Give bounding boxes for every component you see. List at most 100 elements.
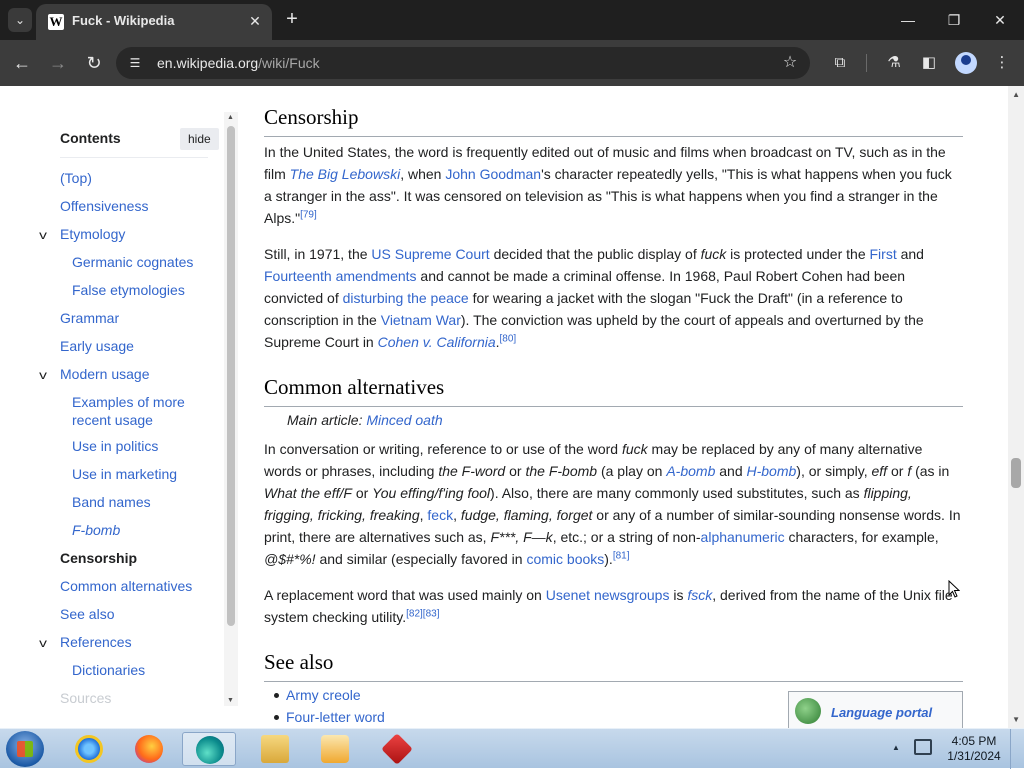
toc-item-f-bomb[interactable]: F-bomb xyxy=(72,521,120,539)
reload-icon[interactable]: ↻ xyxy=(82,51,106,75)
labs-flask-icon[interactable]: ⚗ xyxy=(883,52,905,74)
link-john-goodman[interactable]: John Goodman xyxy=(445,166,541,182)
show-desktop-button[interactable] xyxy=(1010,729,1024,769)
toc-item-etymology[interactable]: v Etymology xyxy=(39,225,125,243)
file-explorer-taskbar-button[interactable] xyxy=(248,732,302,766)
restore-icon[interactable]: ❐ xyxy=(934,6,974,34)
link-h-bomb[interactable]: H-bomb xyxy=(747,463,797,479)
system-clock[interactable]: 4:05 PM 1/31/2024 xyxy=(942,734,1006,764)
list-item[interactable]: Army creole xyxy=(272,684,385,706)
tab-title: Fuck - Wikipedia xyxy=(72,13,175,28)
site-info-icon[interactable]: ☰ xyxy=(126,54,144,72)
scroll-up-arrow-icon[interactable]: ▲ xyxy=(227,114,234,121)
internet-explorer-taskbar-button[interactable] xyxy=(62,732,116,766)
language-portal-box[interactable]: Language portal xyxy=(788,691,963,728)
reference-79[interactable]: [79] xyxy=(300,209,317,220)
language-portal-link[interactable]: Language portal xyxy=(831,702,932,724)
reference-81[interactable]: [81] xyxy=(613,550,630,561)
toc-item-early-usage[interactable]: Early usage xyxy=(60,337,134,355)
chevron-down-icon[interactable]: v xyxy=(39,366,47,384)
link-alphanumeric[interactable]: alphanumeric xyxy=(701,529,785,545)
paragraph-censorship-1: In the United States, the word is freque… xyxy=(264,144,952,226)
firefox-taskbar-button[interactable] xyxy=(122,732,176,766)
app-taskbar-button[interactable] xyxy=(370,732,424,766)
close-window-icon[interactable]: ✕ xyxy=(980,6,1020,34)
toc-item-band-names[interactable]: Band names xyxy=(72,493,151,511)
side-panel-icon[interactable]: ◧ xyxy=(918,52,940,74)
page-scroll-thumb[interactable] xyxy=(1011,458,1021,488)
menu-kebab-icon[interactable]: ⋮ xyxy=(991,52,1013,74)
toc-item-germanic-cognates[interactable]: Germanic cognates xyxy=(72,253,193,271)
toc-item-censorship[interactable]: Censorship xyxy=(60,549,137,567)
link-comic-books[interactable]: comic books xyxy=(526,551,604,567)
new-tab-icon[interactable]: + xyxy=(280,8,304,32)
paragraph-alternatives-1: In conversation or writing, reference to… xyxy=(264,441,961,567)
link-disturbing-the-peace[interactable]: disturbing the peace xyxy=(343,290,469,306)
tray-overflow-icon[interactable]: ▲ xyxy=(892,743,900,752)
link-big-lebowski[interactable]: The Big Lebowski xyxy=(290,166,401,182)
reference-82-83[interactable]: [82][83] xyxy=(406,608,439,619)
link-fsck[interactable]: fsck xyxy=(687,587,712,603)
close-tab-icon[interactable]: ✕ xyxy=(246,12,264,30)
network-icon[interactable] xyxy=(914,739,932,755)
minimize-icon[interactable]: — xyxy=(888,6,928,34)
toc-item-top[interactable]: (Top) xyxy=(60,169,92,187)
folder-icon xyxy=(261,735,289,763)
tab-search-icon[interactable]: ⌄ xyxy=(8,8,32,32)
toc-item-grammar[interactable]: Grammar xyxy=(60,309,119,327)
list-item[interactable]: Four-letter word xyxy=(272,706,385,728)
toc-item-use-in-marketing[interactable]: Use in marketing xyxy=(72,465,177,483)
toc-item-dictionaries[interactable]: Dictionaries xyxy=(72,661,145,679)
link-fourteenth-amendments[interactable]: Fourteenth amendments xyxy=(264,268,417,284)
media-player-icon xyxy=(321,735,349,763)
toc-item-references[interactable]: v References xyxy=(39,633,131,651)
browser-toolbar: ← → ↻ ☰ en.wikipedia.org/wiki/Fuck ☆ ⧉ ⚗… xyxy=(0,40,1024,86)
hatnote-main-article: Main article: Minced oath xyxy=(287,412,443,428)
edge-taskbar-button[interactable] xyxy=(182,732,236,766)
toc-item-offensiveness[interactable]: Offensiveness xyxy=(60,197,148,215)
link-us-supreme-court[interactable]: US Supreme Court xyxy=(371,246,489,262)
wikipedia-favicon-icon: W xyxy=(48,14,64,30)
start-button-icon[interactable] xyxy=(6,731,44,767)
toc-item-see-also[interactable]: See also xyxy=(60,605,114,623)
toolbar-divider xyxy=(866,54,867,72)
forward-icon[interactable]: → xyxy=(46,51,70,75)
chevron-down-icon[interactable]: v xyxy=(39,226,47,244)
edge-icon xyxy=(196,736,224,764)
scroll-up-arrow-icon[interactable]: ▲ xyxy=(1012,90,1020,99)
back-icon[interactable]: ← xyxy=(10,51,34,75)
address-bar[interactable]: ☰ en.wikipedia.org/wiki/Fuck ☆ xyxy=(116,47,810,79)
toc-item-sources[interactable]: Sources xyxy=(60,689,111,707)
firefox-icon xyxy=(135,735,163,763)
toc-item-false-etymologies[interactable]: False etymologies xyxy=(72,281,185,299)
link-minced-oath[interactable]: Minced oath xyxy=(366,412,442,428)
toc-item-common-alternatives[interactable]: Common alternatives xyxy=(60,577,192,595)
link-usenet-newsgroups[interactable]: Usenet newsgroups xyxy=(546,587,670,603)
link-feck[interactable]: feck xyxy=(427,507,453,523)
link-first[interactable]: First xyxy=(870,246,897,262)
toc-item-label: Examples of more xyxy=(72,394,185,410)
link-vietnam-war[interactable]: Vietnam War xyxy=(381,312,461,328)
section-heading-see-also: See also xyxy=(264,649,963,682)
table-of-contents: Contents hide (Top) Offensiveness v Etym… xyxy=(39,86,240,707)
scroll-down-arrow-icon[interactable]: ▼ xyxy=(227,697,234,704)
reference-80[interactable]: [80] xyxy=(500,333,517,344)
page-scrollbar[interactable]: ▲ ▼ xyxy=(1008,86,1024,728)
toc-scrollbar[interactable]: ▲ ▼ xyxy=(224,112,238,706)
toc-item-examples[interactable]: Examples of more recent usage xyxy=(72,393,185,429)
profile-avatar-icon[interactable] xyxy=(955,52,977,74)
bookmark-star-icon[interactable]: ☆ xyxy=(780,53,800,73)
link-cohen-v-california[interactable]: Cohen v. California xyxy=(378,334,496,350)
extensions-icon[interactable]: ⧉ xyxy=(829,52,851,74)
clock-date: 1/31/2024 xyxy=(947,749,1001,763)
link-a-bomb[interactable]: A-bomb xyxy=(666,463,715,479)
toc-item-use-in-politics[interactable]: Use in politics xyxy=(72,437,158,455)
toc-item-modern-usage[interactable]: v Modern usage xyxy=(39,365,149,383)
scroll-down-arrow-icon[interactable]: ▼ xyxy=(1012,715,1020,724)
toc-scroll-thumb[interactable] xyxy=(227,126,235,626)
media-player-taskbar-button[interactable] xyxy=(308,732,362,766)
chevron-down-icon[interactable]: v xyxy=(39,634,47,652)
browser-tab[interactable]: W Fuck - Wikipedia ✕ xyxy=(36,4,272,40)
toc-hide-button[interactable]: hide xyxy=(180,128,219,150)
language-portal-icon xyxy=(795,698,821,724)
